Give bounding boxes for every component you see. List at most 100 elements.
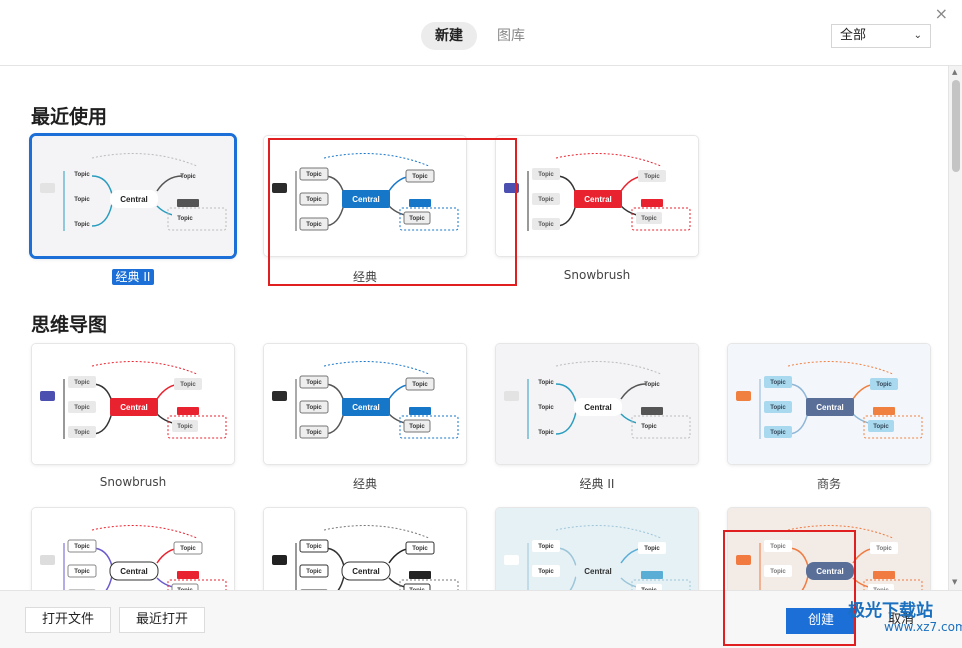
svg-text:Topic: Topic xyxy=(538,405,554,411)
thumb-central: Central xyxy=(806,562,854,580)
thumb-topic: Topic xyxy=(764,426,792,438)
template-card-colorful[interactable]: TopicTopicTopicCentralTopicTopic xyxy=(31,507,235,590)
svg-text:Topic: Topic xyxy=(74,172,90,178)
recent-open-button[interactable]: 最近打开 xyxy=(119,607,205,633)
template-thumbnail: TopicTopicTopicCentralTopicTopic xyxy=(32,344,234,464)
template-thumbnail: TopicTopicTopicCentralTopicTopic xyxy=(264,344,466,464)
category-filter-select[interactable]: 全部 ⌄ xyxy=(831,24,931,48)
template-card-snowbrush[interactable]: Topic Topic Topic Central Topic Topic xyxy=(31,343,235,465)
open-file-button[interactable]: 打开文件 xyxy=(25,607,111,633)
svg-text:Topic: Topic xyxy=(770,380,786,386)
svg-text:Topic: Topic xyxy=(641,216,657,222)
cancel-button[interactable]: 取消 xyxy=(868,608,934,634)
thumb-topic: Topic xyxy=(638,542,666,554)
svg-text:Topic: Topic xyxy=(770,405,786,411)
svg-text:Topic: Topic xyxy=(74,544,90,550)
thumb-central: Central xyxy=(341,561,391,581)
svg-text:Topic: Topic xyxy=(538,380,554,386)
tab-library[interactable]: 图库 xyxy=(483,22,539,50)
thumb-bar xyxy=(873,571,895,579)
svg-text:Topic: Topic xyxy=(538,544,554,550)
create-button[interactable]: 创建 xyxy=(786,608,856,634)
template-card-label-text: Snowbrush xyxy=(563,268,631,282)
svg-text:Topic: Topic xyxy=(177,216,193,222)
thumb-topic: Topic xyxy=(532,168,560,180)
thumb-topic: Topic xyxy=(299,425,329,439)
template-card-classic2[interactable]: Topic Topic Topic Central Topic Topic xyxy=(495,343,699,465)
tab-new[interactable]: 新建 xyxy=(421,22,477,50)
svg-text:Topic: Topic xyxy=(306,544,322,550)
template-card-classic[interactable]: Topic Topic Topic Central Topic Topic xyxy=(263,135,467,257)
thumb-central: Central xyxy=(110,398,158,416)
thumb-subtopic: Topic xyxy=(172,420,198,432)
thumb-marker xyxy=(504,555,519,565)
template-thumbnail: TopicTopicTopicCentralTopicTopic xyxy=(728,344,930,464)
svg-text:Topic: Topic xyxy=(74,197,90,203)
template-thumbnail: Topic Topic Topic Central Topic Topic xyxy=(496,136,698,256)
template-card-label: 商务 xyxy=(727,475,931,492)
thumb-topic: Topic xyxy=(299,375,329,389)
thumb-bar xyxy=(409,571,431,579)
thumb-central: Central xyxy=(110,190,158,208)
scrollbar-thumb[interactable] xyxy=(952,80,960,172)
template-card-label-text: 经典 xyxy=(352,477,377,491)
bottom-bar: 打开文件 最近打开 创建 取消 xyxy=(0,590,962,648)
thumb-subtopic: Topic xyxy=(403,419,431,433)
template-card-classic[interactable]: Topic Topic Topic Central Topic Topic xyxy=(263,343,467,465)
thumb-topic: Topic xyxy=(532,565,560,577)
thumb-topic: Topic xyxy=(764,540,792,552)
template-thumbnail: TopicTopicTopicCentralTopicTopic xyxy=(32,508,234,590)
thumb-central: Central xyxy=(342,398,390,416)
thumb-topic: Topic xyxy=(405,541,435,555)
template-card-label: 经典 xyxy=(263,268,467,285)
thumb-topic: Topic xyxy=(870,542,898,554)
thumb-marker xyxy=(40,183,55,193)
template-card-skyblue[interactable]: TopicTopicTopicCentralTopicTopic xyxy=(495,507,699,590)
close-icon[interactable]: × xyxy=(935,4,948,23)
thumb-topic: Topic xyxy=(299,192,329,206)
thumb-topic: Topic xyxy=(68,426,96,438)
svg-text:Topic: Topic xyxy=(412,546,428,552)
template-card-warm[interactable]: TopicTopicTopicCentralTopicTopic xyxy=(727,507,931,590)
svg-text:Topic: Topic xyxy=(538,197,554,203)
thumb-marker xyxy=(504,391,519,401)
template-card-snowbrush[interactable]: Topic Topic Topic Central Topic Topic xyxy=(495,135,699,257)
svg-text:Central: Central xyxy=(584,567,612,576)
thumb-central: Central xyxy=(574,190,622,208)
thumb-bar xyxy=(177,199,199,207)
template-thumbnail: TopicTopicTopicCentralTopicTopic xyxy=(32,136,234,256)
svg-text:Topic: Topic xyxy=(180,382,196,388)
svg-text:Topic: Topic xyxy=(770,569,786,575)
template-card-business[interactable]: Topic Topic Topic Central Topic Topic xyxy=(727,343,931,465)
thumb-topic: Topic xyxy=(299,400,329,414)
thumb-bar xyxy=(409,407,431,415)
svg-text:Central: Central xyxy=(120,403,148,412)
thumb-bar xyxy=(641,407,663,415)
chevron-down-icon: ⌄ xyxy=(913,30,922,41)
template-card-label: 经典 II xyxy=(495,475,699,492)
svg-text:Topic: Topic xyxy=(538,222,554,228)
thumb-central: Central xyxy=(574,398,622,416)
thumb-marker xyxy=(272,555,287,565)
svg-text:Topic: Topic xyxy=(644,546,660,552)
scroll-up-icon[interactable]: ▲ xyxy=(952,68,957,76)
thumb-bar xyxy=(641,571,663,579)
svg-text:Central: Central xyxy=(816,567,844,576)
template-thumbnail: TopicTopicTopicCentralTopicTopic xyxy=(496,344,698,464)
thumb-topic: Topic xyxy=(173,541,203,555)
scroll-down-icon[interactable]: ▼ xyxy=(952,578,957,586)
thumb-topic: Topic xyxy=(638,170,666,182)
template-card-mono[interactable]: TopicTopicTopicCentralTopicTopic xyxy=(263,507,467,590)
vertical-scrollbar[interactable]: ▲ ▼ xyxy=(948,66,962,590)
template-card-label: 经典 xyxy=(263,475,467,492)
svg-text:Topic: Topic xyxy=(74,430,90,436)
svg-text:Central: Central xyxy=(816,403,844,412)
thumb-topic: Topic xyxy=(532,218,560,230)
svg-text:Topic: Topic xyxy=(306,172,322,178)
thumb-topic: Topic xyxy=(532,193,560,205)
template-card-classic2[interactable]: Topic Topic Topic Central Topic Topic xyxy=(29,133,237,259)
thumb-bar xyxy=(177,407,199,415)
template-thumbnail: TopicTopicTopicCentralTopicTopic xyxy=(496,508,698,590)
template-gallery[interactable]: 最近使用 思维导图 Topic Topic Topic Central Topic Top… xyxy=(0,66,948,590)
template-card-label-text: Snowbrush xyxy=(99,475,167,489)
